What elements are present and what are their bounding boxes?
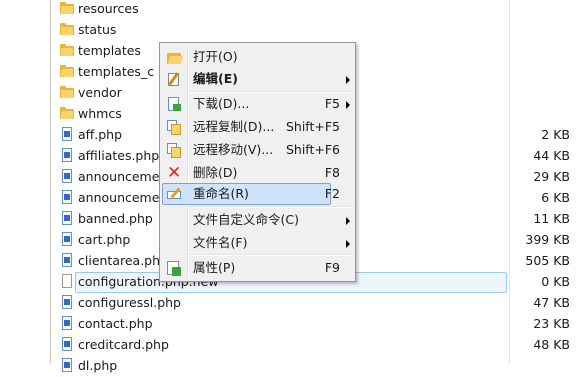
list-item[interactable]: contact.php 23 KB [0,314,579,335]
file-size: 47 KB [533,295,570,310]
file-name: cart.php [78,232,131,247]
submenu-arrow-icon [346,240,350,248]
php-file-icon [62,148,72,162]
menu-item-remote-copy[interactable]: 远程复制(D)... Shift+F5 [162,116,353,138]
menu-item-label: 文件名(F) [193,235,248,250]
file-name: configuressl.php [78,295,181,310]
menu-item-label: 删除(D) [193,165,238,180]
folder-icon [60,44,74,56]
menu-item-label: 远程移动(V)... [193,142,274,157]
file-size: 11 KB [533,211,570,226]
submenu-arrow-icon [346,76,350,84]
menu-item-remote-move[interactable]: 远程移动(V)... Shift+F6 [162,139,353,161]
menu-item-label: 文件自定义命令(C) [193,212,299,227]
menu-item-shortcut: F9 [324,260,340,275]
context-menu: 打开(O) 编辑(E) 下载(D)... F5 远程复制(D)... Shift… [159,42,356,282]
php-file-icon [62,190,72,204]
menu-item-open[interactable]: 打开(O) [162,46,353,68]
file-name: status [78,22,117,37]
menu-item-shortcut: Shift+F5 [285,119,340,134]
menu-item-edit[interactable]: 编辑(E) [162,68,353,90]
folder-icon [60,107,74,119]
file-name: templates [78,43,141,58]
menu-separator [189,254,353,256]
edit-icon [166,71,182,87]
file-size: 29 KB [533,169,570,184]
file-name: affiliates.php [78,148,160,163]
open-folder-icon [166,49,184,65]
rename-icon [166,186,182,202]
menu-item-label: 重命名(R) [193,186,249,201]
file-size: 2 KB [541,127,570,142]
file-name: creditcard.php [78,337,169,352]
menu-item-label: 属性(P) [193,260,236,275]
list-item[interactable]: creditcard.php 48 KB [0,335,579,356]
menu-item-custom-commands[interactable]: 文件自定义命令(C) [162,209,353,231]
file-name: whmcs [78,106,122,121]
menu-item-properties[interactable]: 属性(P) F9 [162,257,353,279]
menu-item-shortcut: F2 [324,186,340,201]
file-size: 6 KB [541,190,570,205]
remote-move-icon [166,142,182,158]
remote-copy-icon [166,119,182,135]
php-file-icon [62,337,72,351]
file-size: 505 KB [525,253,570,268]
list-item[interactable]: configuressl.php 47 KB [0,293,579,314]
file-name: contact.php [78,316,153,331]
file-name: templates_c [78,64,155,79]
folder-icon [60,65,74,77]
submenu-arrow-icon [346,217,350,225]
php-file-icon [62,316,72,330]
menu-separator [189,206,353,208]
php-file-icon [62,169,72,183]
menu-item-label: 远程复制(D)... [193,119,275,134]
file-size: 44 KB [533,148,570,163]
menu-item-shortcut: Shift+F6 [285,142,340,157]
file-name: banned.php [78,211,153,226]
menu-item-label: 下载(D)... [193,96,250,111]
php-file-icon [62,358,72,372]
php-file-icon [62,211,72,225]
file-name: dl.php [78,358,118,373]
file-size: 0 KB [541,274,570,289]
list-item[interactable]: resources [0,0,579,20]
menu-item-label: 编辑(E) [193,71,238,86]
menu-item-download[interactable]: 下载(D)... F5 [162,93,353,115]
properties-icon [166,260,182,276]
file-size: 399 KB [525,232,570,247]
menu-item-rename[interactable]: 重命名(R) F2 [162,183,353,205]
php-file-icon [62,295,72,309]
delete-icon: ✕ [167,163,182,183]
php-file-icon [62,253,72,267]
file-size: 23 KB [533,316,570,331]
list-item[interactable]: dl.php [0,356,579,377]
download-icon [166,96,182,112]
submenu-arrow-icon [346,101,350,109]
php-file-icon [62,232,72,246]
php-file-icon [62,127,72,141]
menu-item-delete[interactable]: ✕ 删除(D) F8 [162,162,353,184]
file-name: resources [78,1,139,16]
file-name: clientarea.php [78,253,168,268]
folder-icon [60,86,74,98]
folder-icon [60,2,74,14]
file-name: aff.php [78,127,123,142]
file-size: 48 KB [533,337,570,352]
menu-item-shortcut: F8 [324,165,340,180]
list-item[interactable]: status [0,20,579,41]
menu-item-filename[interactable]: 文件名(F) [162,232,353,254]
folder-icon [60,23,74,35]
file-name: vendor [78,85,122,100]
menu-item-shortcut: F5 [324,96,340,111]
blank-file-icon [62,274,72,288]
menu-item-label: 打开(O) [193,49,238,64]
